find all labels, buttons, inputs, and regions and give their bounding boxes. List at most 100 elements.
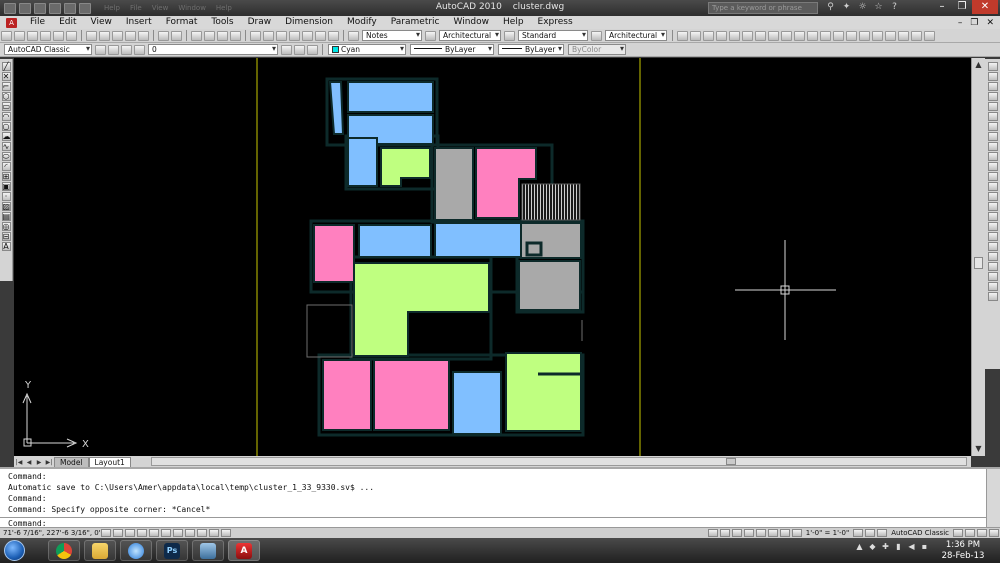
menu-insert[interactable]: Insert [119, 16, 159, 29]
coordinate-readout[interactable]: 71'-6 7/16", 227'-6 3/16", 0'-0" [0, 529, 111, 537]
scroll-down-icon[interactable]: ▼ [974, 444, 983, 453]
break-at-point-icon[interactable] [987, 172, 998, 181]
taskbar-network[interactable] [192, 540, 224, 561]
cut-icon[interactable] [86, 30, 97, 41]
dimension-edit-icon[interactable] [898, 30, 909, 41]
menu-modify[interactable]: Modify [340, 16, 384, 29]
pan-icon[interactable] [191, 30, 202, 41]
network-status-icon[interactable]: ▮ [894, 542, 903, 551]
redo-icon[interactable] [171, 30, 182, 41]
extend-icon[interactable] [987, 162, 998, 171]
menu-draw[interactable]: Draw [241, 16, 279, 29]
tab-model[interactable]: Model [54, 457, 89, 467]
annotation-visibility-icon[interactable] [853, 529, 864, 537]
last-tab-icon[interactable]: ▶| [44, 458, 54, 467]
lineweight-icon[interactable] [209, 529, 219, 537]
taskbar-clock[interactable]: 1:36 PM 28-Feb-13 [930, 540, 996, 562]
menu-view[interactable]: View [84, 16, 119, 29]
workspace-switch[interactable]: AutoCAD Classic [888, 529, 952, 537]
taskbar-autocad[interactable]: A [228, 540, 260, 561]
next-tab-icon[interactable]: ▶ [34, 458, 44, 467]
design-center-icon[interactable] [263, 30, 274, 41]
polyline-icon[interactable]: ⌐ [1, 82, 11, 91]
paste-icon[interactable] [112, 30, 123, 41]
trim-icon[interactable] [987, 152, 998, 161]
sheet-set-icon[interactable] [289, 30, 300, 41]
doc-restore-icon[interactable]: ❐ [970, 18, 978, 28]
dimension-space-icon[interactable] [820, 30, 831, 41]
menu-edit[interactable]: Edit [52, 16, 83, 29]
gradient-icon[interactable]: ▤ [1, 212, 11, 221]
subscription-icon[interactable]: ✦ [841, 2, 852, 13]
tool-palettes-icon[interactable] [276, 30, 287, 41]
dimension-angular-icon[interactable] [768, 30, 779, 41]
command-scrollbar[interactable] [986, 469, 1000, 527]
copy-icon[interactable] [99, 30, 110, 41]
menu-help[interactable]: Help [496, 16, 531, 29]
line-icon[interactable]: ╱ [1, 62, 11, 71]
close-icon[interactable]: ✕ [972, 0, 998, 14]
zoom-icon[interactable] [987, 242, 998, 251]
dynamic-input-icon[interactable] [197, 529, 207, 537]
menu-file[interactable]: File [23, 16, 52, 29]
drawing-area[interactable]: Y X [14, 58, 971, 456]
binoculars-icon[interactable]: ⚲ [825, 2, 836, 13]
volume-icon[interactable]: ◀ [907, 542, 916, 551]
autocad-logo-icon[interactable]: A [6, 17, 17, 28]
text-style-dropdown[interactable]: Notes [362, 30, 422, 41]
tray-update-icon[interactable]: ✚ [881, 542, 890, 551]
auto-scale-icon[interactable] [865, 529, 876, 537]
new-icon[interactable] [1, 30, 12, 41]
open-icon[interactable] [14, 30, 25, 41]
move-icon[interactable] [987, 112, 998, 121]
color-dropdown[interactable]: Cyan [328, 44, 406, 55]
dimension-update-icon[interactable] [924, 30, 935, 41]
ellipse-arc-icon[interactable]: ◜ [1, 162, 11, 171]
first-tab-icon[interactable]: |◀ [14, 458, 24, 467]
menu-tools[interactable]: Tools [204, 16, 240, 29]
help-icon[interactable]: ? [889, 2, 900, 13]
circle-icon[interactable]: ○ [1, 122, 11, 131]
region-icon[interactable]: ◎ [1, 222, 11, 231]
taskbar-itunes[interactable] [120, 540, 152, 561]
join-icon[interactable] [987, 192, 998, 201]
match-properties-icon[interactable] [125, 30, 136, 41]
horizontal-scrollbar[interactable] [150, 457, 967, 466]
annotation-scale[interactable]: 1'-0" = 1'-0" [803, 529, 852, 537]
object-snap-tracking-icon[interactable] [173, 529, 183, 537]
layer-previous-icon[interactable] [294, 44, 305, 55]
dimension-ordinate-icon[interactable] [716, 30, 727, 41]
hardware-acceleration-icon[interactable] [965, 529, 975, 537]
draw-order-icon[interactable] [987, 232, 998, 241]
workspace-icon[interactable] [79, 2, 91, 14]
erase-icon[interactable] [987, 62, 998, 71]
dimension-jogged-icon[interactable] [742, 30, 753, 41]
dimension-arc-icon[interactable] [703, 30, 714, 41]
menu-format[interactable]: Format [159, 16, 205, 29]
zoom-previous-icon[interactable] [230, 30, 241, 41]
preview-icon[interactable] [53, 30, 64, 41]
zoom-extents-icon[interactable] [987, 282, 998, 291]
block-editor-icon[interactable] [138, 30, 149, 41]
object-snap-icon[interactable] [161, 529, 171, 537]
orbit-icon[interactable] [987, 292, 998, 301]
quick-view-drawings-icon[interactable] [731, 529, 742, 537]
dimension-break-icon[interactable] [833, 30, 844, 41]
doc-close-icon[interactable]: ✕ [986, 18, 994, 28]
stretch-icon[interactable] [987, 142, 998, 151]
quick-properties-icon[interactable] [221, 529, 231, 537]
dynamic-ucs-icon[interactable] [185, 529, 195, 537]
jogged-linear-icon[interactable] [885, 30, 896, 41]
prev-tab-icon[interactable]: ◀ [24, 458, 34, 467]
zoom-realtime-icon[interactable] [204, 30, 215, 41]
isolate-objects-icon[interactable] [977, 529, 987, 537]
save-icon[interactable] [27, 30, 38, 41]
layer-states-icon[interactable] [307, 44, 318, 55]
multiline-text-icon[interactable]: A [1, 242, 11, 251]
steering-wheel-icon[interactable] [767, 529, 778, 537]
zoom-status-icon[interactable] [755, 529, 766, 537]
copy-object-icon[interactable] [987, 72, 998, 81]
show-hidden-icons-icon[interactable]: ▲ [855, 542, 864, 551]
pan-status-icon[interactable] [743, 529, 754, 537]
taskbar-chrome[interactable] [48, 540, 80, 561]
